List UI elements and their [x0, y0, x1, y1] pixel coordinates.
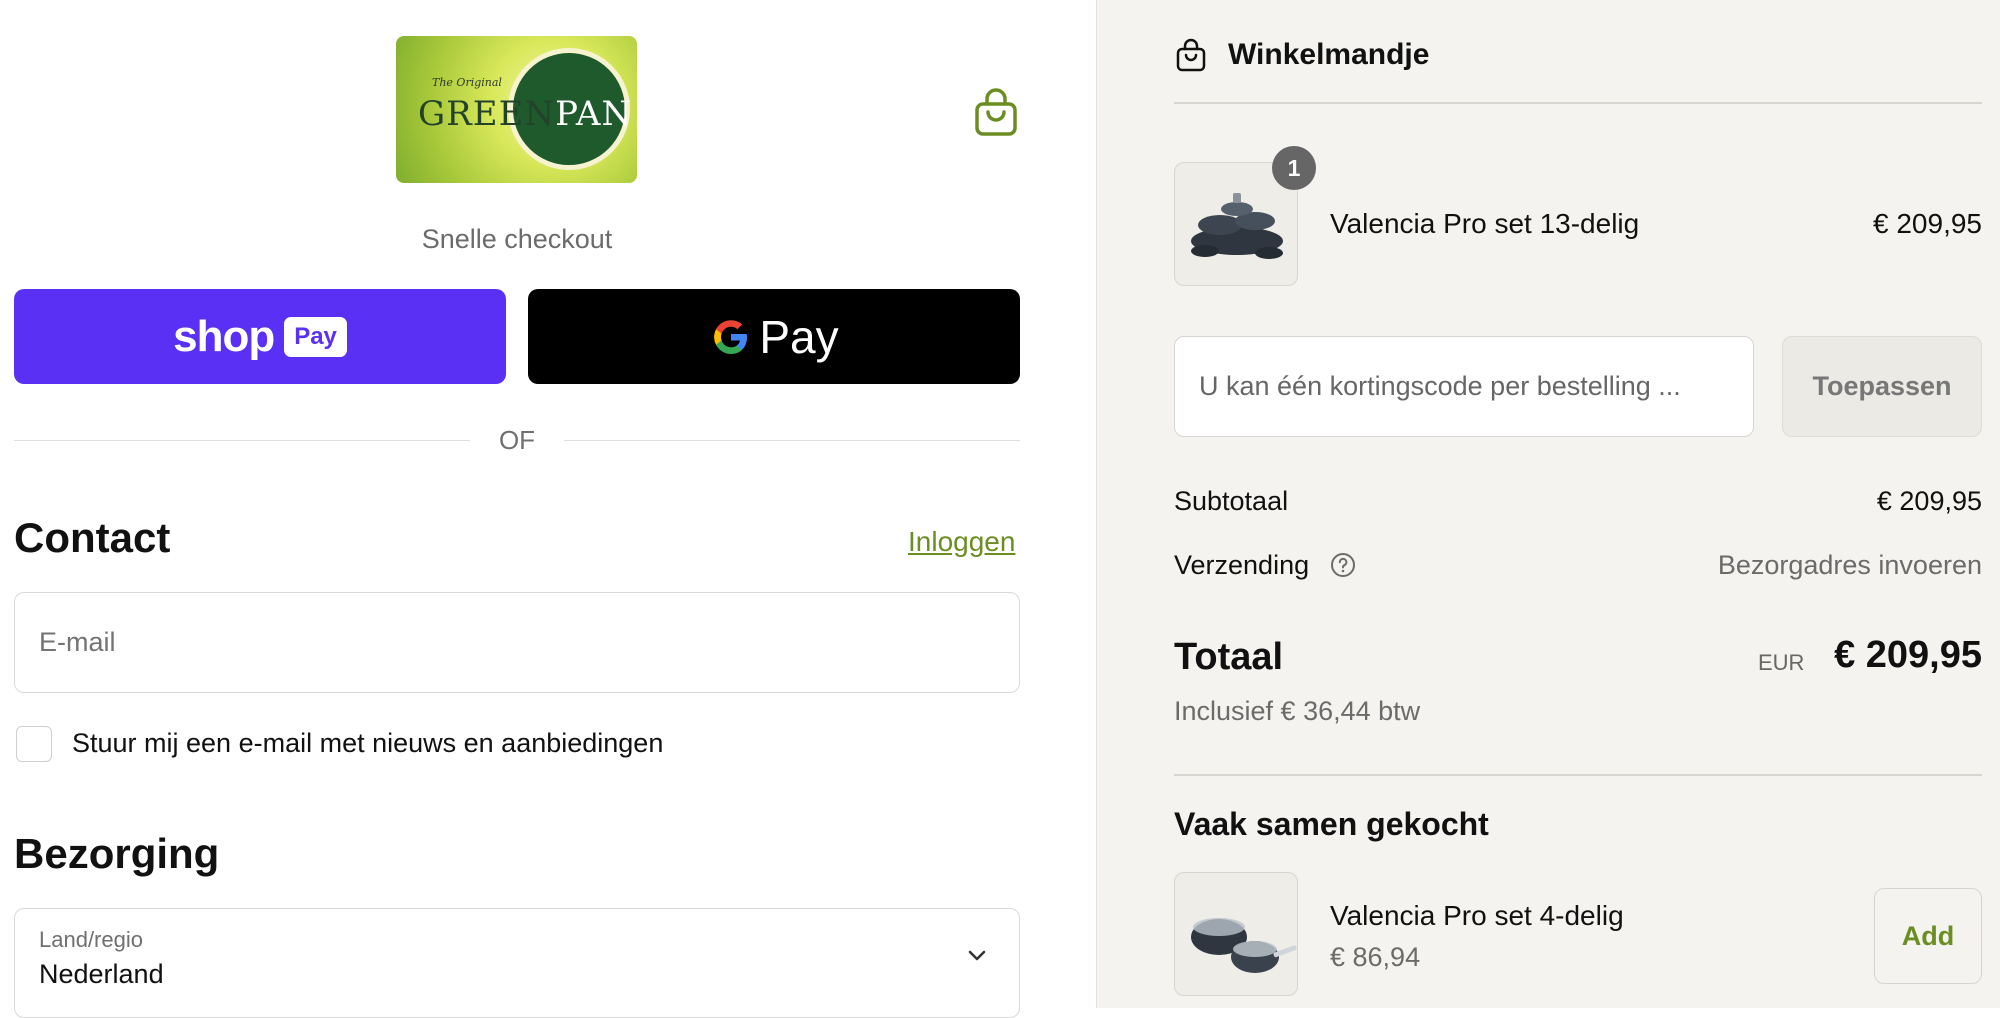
shop-pay-badge: Pay: [284, 316, 347, 357]
contact-heading: Contact: [14, 514, 171, 561]
help-circle-icon[interactable]: [1330, 552, 1356, 578]
shopping-bag-icon: [1176, 38, 1206, 72]
greenpan-logo[interactable]: The Original GREENPAN: [396, 36, 637, 183]
or-separator: OF: [498, 425, 536, 455]
logo-tagline: The Original: [432, 76, 502, 89]
cart-item-quantity-badge: 1: [1272, 146, 1316, 190]
summary-divider: [1174, 774, 1982, 776]
total-value: € 209,95: [1834, 634, 1982, 676]
login-link[interactable]: Inloggen: [908, 526, 1019, 558]
add-recommendation-button[interactable]: Add: [1874, 888, 1982, 984]
shop-pay-button[interactable]: shop Pay: [14, 289, 506, 384]
tax-note: Inclusief € 36,44 btw: [1174, 696, 1421, 726]
cart-title: Winkelmandje: [1228, 38, 1430, 71]
country-label: Land/regio: [39, 927, 143, 952]
subtotal-label: Subtotaal: [1174, 486, 1289, 516]
cart-item-name: Valencia Pro set 13-delig: [1330, 208, 1640, 239]
country-value: Nederland: [39, 959, 164, 989]
shopping-bag-icon[interactable]: [974, 88, 1018, 136]
logo-wordmark: GREENPAN: [418, 94, 633, 134]
shipping-label: Verzending: [1174, 550, 1310, 580]
email-field[interactable]: [14, 592, 1020, 693]
delivery-heading: Bezorging: [14, 830, 220, 877]
recommendation-thumbnail: [1174, 872, 1298, 996]
recommendations-heading: Vaak samen gekocht: [1174, 806, 1489, 842]
google-g-icon: [714, 319, 748, 354]
subtotal-value: € 209,95: [1876, 486, 1982, 516]
google-pay-button[interactable]: Pay: [528, 289, 1020, 384]
recommendation-price: € 86,94: [1330, 942, 1421, 972]
country-select[interactable]: Land/regio Nederland: [14, 908, 1020, 1018]
newsletter-label: Stuur mij een e-mail met nieuws en aanbi…: [72, 728, 664, 758]
shop-pay-wordmark: shop: [173, 311, 275, 361]
discount-code-input[interactable]: [1174, 336, 1754, 437]
cart-divider: [1174, 102, 1982, 104]
cart-item-price: € 209,95: [1873, 208, 1982, 239]
cookware-image: [1191, 918, 1297, 973]
total-currency: EUR: [1758, 650, 1805, 675]
google-pay-label: Pay: [759, 310, 839, 363]
apply-discount-button[interactable]: Toepassen: [1782, 336, 1982, 437]
chevron-down-icon: [968, 950, 986, 961]
express-checkout-title: Snelle checkout: [421, 224, 613, 254]
shipping-value: Bezorgadres invoeren: [1717, 550, 1982, 580]
recommendation-name: Valencia Pro set 4-delig: [1330, 900, 1624, 931]
total-label: Totaal: [1174, 636, 1284, 678]
newsletter-checkbox[interactable]: [16, 726, 52, 762]
